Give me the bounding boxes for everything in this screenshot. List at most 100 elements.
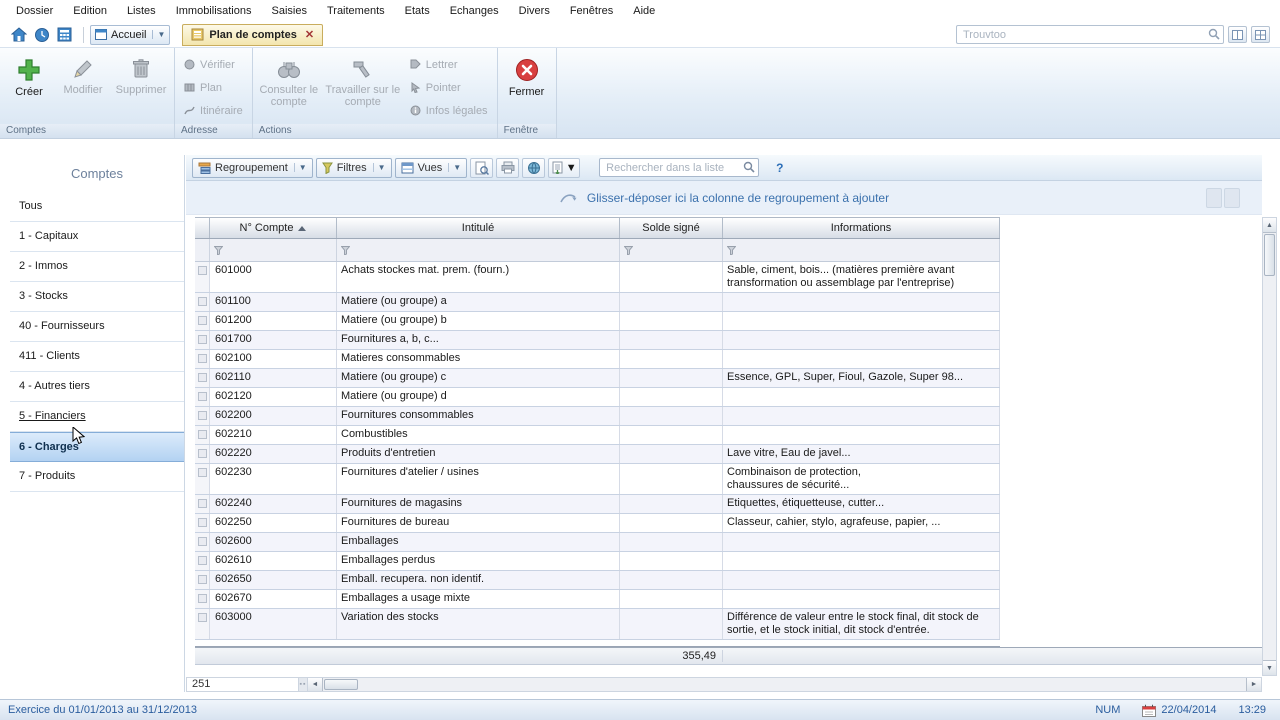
creer-button[interactable]: Créer (3, 50, 55, 124)
sidebar-item-charges[interactable]: 6 - Charges (10, 432, 184, 462)
col-header-solde[interactable]: Solde signé (620, 218, 723, 238)
menu-fenetres[interactable]: Fenêtres (560, 2, 623, 20)
vues-button[interactable]: Vues ▼ (394, 157, 468, 178)
floating-scroll-widget[interactable] (1206, 188, 1240, 208)
plan-button[interactable]: Plan (178, 76, 249, 99)
col-header-informations[interactable]: Informations (723, 218, 1000, 238)
vertical-scrollbar[interactable]: ▲ ▼ (1262, 217, 1277, 676)
chevron-down-icon[interactable]: ▼ (372, 163, 386, 172)
travailler-button[interactable]: Travailler sur le compte (322, 50, 404, 124)
refresh-button[interactable] (522, 157, 546, 178)
filter-intitule[interactable] (337, 239, 620, 261)
scroll-left-icon[interactable]: ◄ (308, 678, 323, 691)
help-button[interactable]: ? (776, 161, 783, 175)
pointer-button[interactable]: Pointer (404, 76, 494, 99)
row-selector[interactable] (195, 495, 210, 513)
col-header-selector[interactable] (195, 218, 210, 238)
filtres-button[interactable]: Filtres ▼ (315, 157, 392, 178)
layout-button-2[interactable] (1251, 26, 1270, 43)
row-selector[interactable] (195, 426, 210, 444)
filter-compte[interactable] (210, 239, 337, 261)
verifier-button[interactable]: Vérifier (178, 53, 249, 76)
modifier-button[interactable]: Modifier (55, 50, 111, 124)
tab-plan-de-comptes[interactable]: Plan de comptes ✕ (182, 23, 324, 46)
menu-immobilisations[interactable]: Immobilisations (166, 2, 262, 20)
table-row[interactable]: 601000 Achats stockes mat. prem. (fourn.… (195, 262, 1000, 293)
row-selector[interactable] (195, 552, 210, 570)
menu-edition[interactable]: Edition (63, 2, 117, 20)
export-button[interactable]: ▼ (548, 157, 581, 178)
chevron-down-icon[interactable]: ▼ (566, 162, 577, 174)
trouvtoo-search[interactable] (956, 25, 1224, 44)
table-row[interactable]: 602610 Emballages perdus (195, 552, 1000, 571)
table-row[interactable]: 601700 Fournitures a, b, c... (195, 331, 1000, 350)
table-row[interactable]: 602230 Fournitures d'atelier / usines Co… (195, 464, 1000, 495)
scroll-down-icon[interactable]: ▼ (1263, 660, 1276, 675)
filter-informations[interactable] (723, 239, 1000, 261)
sidebar-item-financiers[interactable]: 5 - Financiers (10, 402, 184, 432)
supprimer-button[interactable]: Supprimer (111, 50, 171, 124)
row-selector[interactable] (195, 464, 210, 494)
table-row[interactable]: 602600 Emballages (195, 533, 1000, 552)
print-button[interactable] (496, 157, 520, 178)
recent-button[interactable] (31, 25, 52, 45)
horizontal-scroll-thumb[interactable] (324, 679, 358, 690)
col-header-intitule[interactable]: Intitulé (337, 218, 620, 238)
splitter-grip[interactable]: ▪▪ (299, 678, 308, 691)
sidebar-item-tous[interactable]: Tous (10, 192, 184, 222)
row-selector[interactable] (195, 514, 210, 532)
sidebar-item-capitaux[interactable]: 1 - Capitaux (10, 222, 184, 252)
sidebar-item-autres-tiers[interactable]: 4 - Autres tiers (10, 372, 184, 402)
preview-button[interactable] (470, 157, 494, 178)
scroll-up-icon[interactable]: ▲ (1263, 218, 1276, 233)
list-search[interactable] (599, 158, 760, 177)
col-header-compte[interactable]: N° Compte (210, 218, 337, 238)
table-row[interactable]: 602210 Combustibles (195, 426, 1000, 445)
home-button[interactable] (8, 25, 29, 45)
table-row[interactable]: 602650 Emball. recupera. non identif. (195, 571, 1000, 590)
sidebar-item-stocks[interactable]: 3 - Stocks (10, 282, 184, 312)
sidebar-item-immos[interactable]: 2 - Immos (10, 252, 184, 282)
sidebar-item-clients[interactable]: 411 - Clients (10, 342, 184, 372)
row-selector[interactable] (195, 312, 210, 330)
scroll-right-icon[interactable]: ► (1246, 678, 1261, 691)
table-row[interactable]: 602250 Fournitures de bureau Classeur, c… (195, 514, 1000, 533)
fermer-button[interactable]: Fermer (501, 50, 553, 124)
row-selector[interactable] (195, 590, 210, 608)
chevron-down-icon[interactable]: ▼ (448, 163, 461, 172)
itineraire-button[interactable]: Itinéraire (178, 99, 249, 122)
consulter-button[interactable]: Consulter le compte (256, 50, 322, 124)
row-selector[interactable] (195, 609, 210, 639)
table-row[interactable]: 602110 Matiere (ou groupe) c Essence, GP… (195, 369, 1000, 388)
chevron-down-icon[interactable]: ▼ (152, 30, 165, 39)
menu-divers[interactable]: Divers (509, 2, 560, 20)
menu-traitements[interactable]: Traitements (317, 2, 395, 20)
filter-solde[interactable] (620, 239, 723, 261)
table-row[interactable]: 601100 Matiere (ou groupe) a (195, 293, 1000, 312)
chevron-down-icon[interactable]: ▼ (293, 163, 307, 172)
layout-button-1[interactable] (1228, 26, 1247, 43)
row-selector[interactable] (195, 293, 210, 311)
menu-echanges[interactable]: Echanges (440, 2, 509, 20)
group-by-bar[interactable]: Glisser-déposer ici la colonne de regrou… (186, 181, 1262, 215)
row-selector[interactable] (195, 262, 210, 292)
trouvtoo-input[interactable] (956, 25, 1224, 44)
table-row[interactable]: 602670 Emballages a usage mixte (195, 590, 1000, 609)
tab-accueil[interactable]: Accueil ▼ (90, 24, 171, 45)
row-selector[interactable] (195, 445, 210, 463)
row-selector[interactable] (195, 369, 210, 387)
calculator-button[interactable] (54, 25, 75, 45)
menu-listes[interactable]: Listes (117, 2, 166, 20)
row-selector[interactable] (195, 388, 210, 406)
sidebar-item-fournisseurs[interactable]: 40 - Fournisseurs (10, 312, 184, 342)
table-row[interactable]: 602220 Produits d'entretien Lave vitre, … (195, 445, 1000, 464)
menu-aide[interactable]: Aide (623, 2, 665, 20)
menu-saisies[interactable]: Saisies (262, 2, 317, 20)
regroupement-button[interactable]: Regroupement ▼ (192, 157, 313, 178)
tab-close-icon[interactable]: ✕ (305, 28, 314, 41)
table-row[interactable]: 602200 Fournitures consommables (195, 407, 1000, 426)
table-row[interactable]: 601200 Matiere (ou groupe) b (195, 312, 1000, 331)
table-row[interactable]: 602120 Matiere (ou groupe) d (195, 388, 1000, 407)
row-selector[interactable] (195, 350, 210, 368)
menu-etats[interactable]: Etats (395, 2, 440, 20)
